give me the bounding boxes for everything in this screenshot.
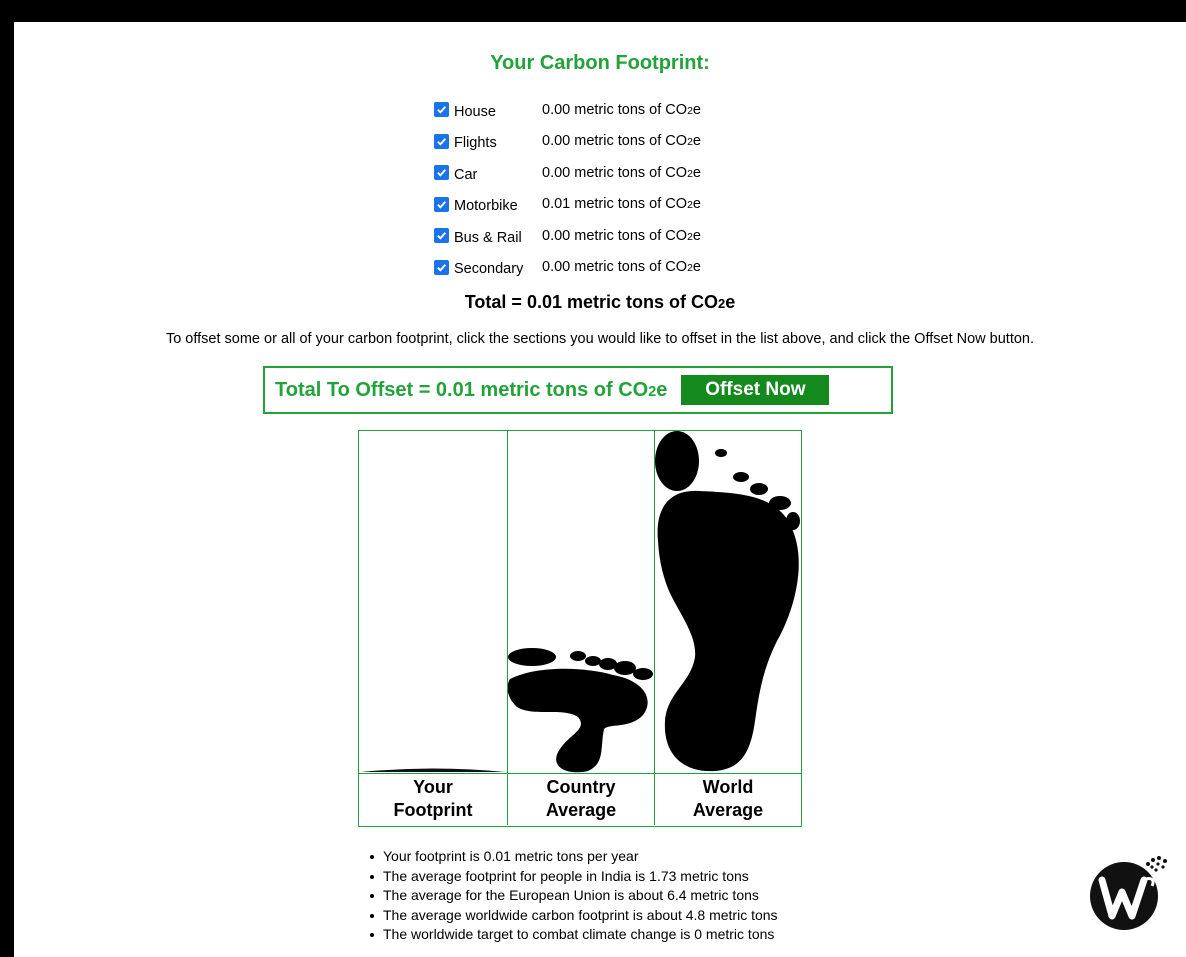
- list-item: The average footprint for people in Indi…: [366, 868, 778, 888]
- category-value: 0.00 metric tons of CO2e: [542, 259, 701, 276]
- category-label[interactable]: Car: [449, 167, 542, 183]
- your-footprint-image: [361, 768, 505, 772]
- world-average-label: World Average: [692, 777, 764, 820]
- checkbox-motorbike[interactable]: [434, 196, 449, 212]
- world-footprint-image: [655, 431, 800, 772]
- category-label[interactable]: Motorbike: [449, 198, 542, 214]
- category-value: 0.00 metric tons of CO2e: [542, 227, 701, 244]
- offset-panel: Total To Offset = 0.01 metric tons of CO…: [263, 366, 893, 414]
- checkbox-secondary[interactable]: [434, 259, 449, 275]
- your-footprint-label: Your Footprint: [393, 777, 473, 820]
- offset-now-button[interactable]: Offset Now: [681, 375, 830, 405]
- page-title: Your Carbon Footprint:: [490, 52, 710, 74]
- country-footprint-image: [508, 648, 653, 773]
- category-row-flights: Flights 0.00 metric tons of CO2e: [434, 126, 701, 158]
- category-value: 0.00 metric tons of CO2e: [542, 101, 701, 118]
- category-row-car: Car 0.00 metric tons of CO2e: [434, 157, 701, 189]
- category-label[interactable]: Flights: [449, 135, 542, 151]
- total-to-offset: Total To Offset = 0.01 metric tons of CO…: [275, 378, 668, 401]
- category-label[interactable]: Bus & Rail: [449, 230, 542, 246]
- checkbox-bus-rail[interactable]: [434, 228, 449, 244]
- facts-list: Your footprint is 0.01 metric tons per y…: [366, 848, 778, 946]
- category-value: 0.00 metric tons of CO2e: [542, 133, 701, 150]
- category-value: 0.00 metric tons of CO2e: [542, 164, 701, 181]
- category-row-bus-rail: Bus & Rail 0.00 metric tons of CO2e: [434, 220, 701, 252]
- list-item: Your footprint is 0.01 metric tons per y…: [366, 848, 778, 868]
- category-list: House 0.00 metric tons of CO2e Flights 0…: [434, 94, 701, 283]
- list-item: The worldwide target to combat climate c…: [366, 926, 778, 946]
- category-row-house: House 0.00 metric tons of CO2e: [434, 94, 701, 126]
- page: Your Carbon Footprint: House 0.00 metric…: [14, 22, 1186, 957]
- category-label[interactable]: Secondary: [449, 261, 542, 277]
- watermark-logo-icon: [1090, 856, 1167, 930]
- category-row-secondary: Secondary 0.00 metric tons of CO2e: [434, 252, 701, 284]
- list-item: The average for the European Union is ab…: [366, 887, 778, 907]
- country-average-label: Country Average: [545, 777, 617, 820]
- offset-instructions: To offset some or all of your carbon foo…: [165, 331, 1035, 347]
- category-value: 0.01 metric tons of CO2e: [542, 196, 701, 213]
- column-your-footprint: Your Footprint: [359, 431, 508, 825]
- total-footprint: Total = 0.01 metric tons of CO2e: [464, 292, 736, 312]
- checkbox-car[interactable]: [434, 165, 449, 181]
- checkbox-flights[interactable]: [434, 133, 449, 149]
- column-country-average: Country Average: [508, 431, 655, 825]
- footprint-comparison: Your Footprint Country Average World Ave…: [358, 430, 802, 827]
- column-world-average: World Average: [655, 431, 801, 825]
- list-item: The average worldwide carbon footprint i…: [366, 907, 778, 927]
- category-row-motorbike: Motorbike 0.01 metric tons of CO2e: [434, 189, 701, 221]
- category-label[interactable]: House: [449, 104, 542, 120]
- checkbox-house[interactable]: [434, 102, 449, 118]
